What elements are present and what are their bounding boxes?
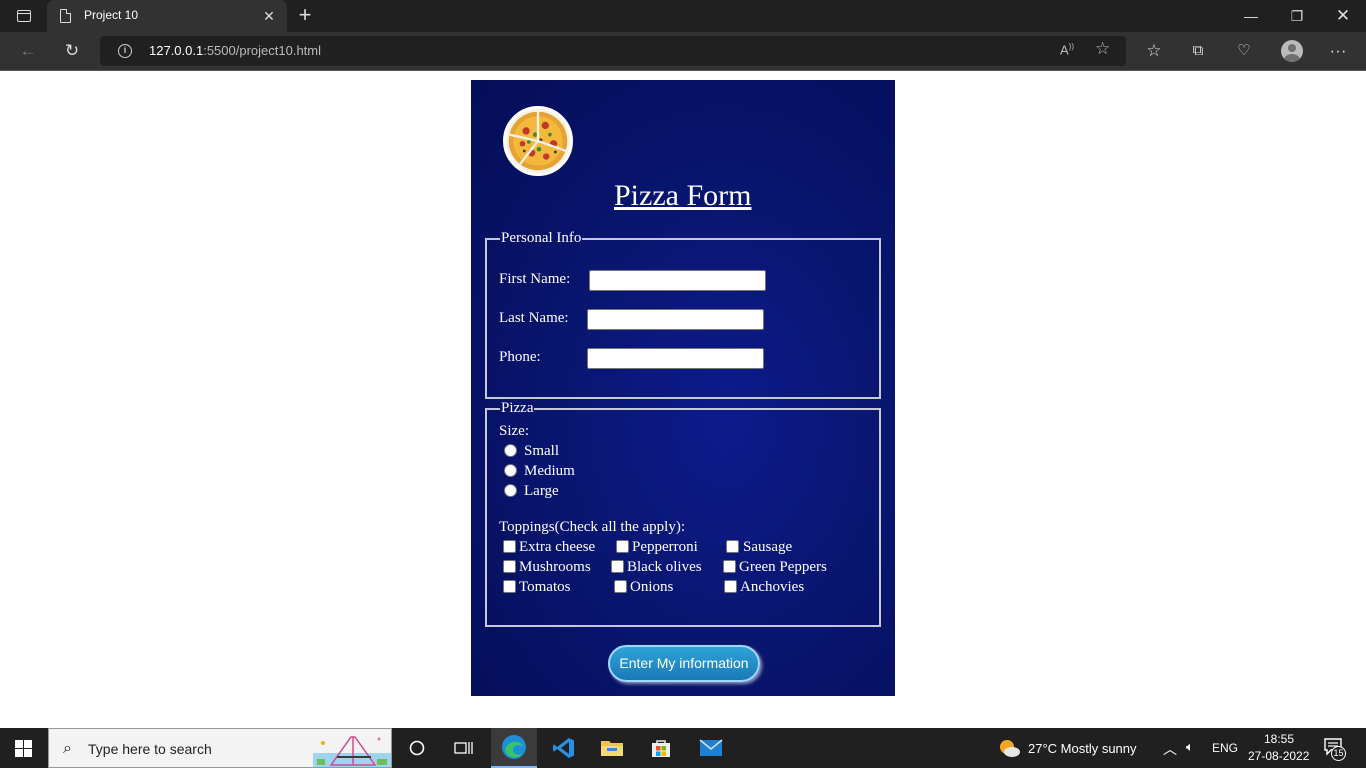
topping-sausage-checkbox[interactable] [726, 540, 739, 553]
windows-taskbar: ⌕ Type here to search 27°C Mostly sunny … [0, 728, 1366, 768]
topping-mushrooms-label: Mushrooms [519, 559, 591, 575]
url-host: 127.0.0.1 [149, 43, 204, 58]
size-label: Size: [499, 423, 529, 439]
size-medium-label: Medium [524, 463, 575, 479]
folder-icon [601, 741, 623, 756]
size-medium-radio[interactable] [504, 464, 517, 477]
weather-sun-icon [1000, 740, 1020, 757]
notification-count-badge: 15 [1331, 746, 1346, 761]
topping-green-peppers-label: Green Peppers [739, 559, 827, 575]
tab-actions-icon [17, 10, 31, 22]
minimize-button[interactable]: — [1228, 0, 1274, 32]
store-icon [652, 740, 670, 757]
size-small-radio[interactable] [504, 444, 517, 457]
taskbar-search-box[interactable]: ⌕ Type here to search [48, 728, 392, 768]
topping-anchovies-label: Anchovies [740, 579, 805, 595]
browser-toolbar: ← ↻ i 127.0.0.1:5500/project10.html A)) … [0, 32, 1366, 71]
taskbar-search-placeholder: Type here to search [88, 741, 212, 757]
edge-icon [502, 735, 526, 759]
notifications-button[interactable]: 15 [1324, 738, 1346, 761]
submit-button[interactable]: Enter My information [608, 645, 760, 682]
size-small-label: Small [524, 443, 560, 459]
topping-pepperroni-label: Pepperroni [632, 539, 698, 555]
url-text: 127.0.0.1:5500/project10.html [149, 43, 321, 58]
search-highlight-illustration [313, 736, 391, 767]
taskbar-vscode[interactable] [541, 728, 587, 768]
task-view-icon [454, 742, 473, 754]
back-button[interactable]: ← [13, 37, 43, 65]
size-large-radio[interactable] [504, 484, 517, 497]
close-window-button[interactable]: ✕ [1320, 0, 1366, 32]
topping-black-olives-label: Black olives [627, 559, 702, 575]
cortana-icon [409, 740, 425, 756]
new-tab-button[interactable]: + [292, 3, 318, 29]
restore-button[interactable]: ❐ [1274, 0, 1320, 32]
phone-input[interactable] [587, 348, 764, 369]
topping-green-peppers-checkbox[interactable] [723, 560, 736, 573]
topping-tomatos-checkbox[interactable] [503, 580, 516, 593]
topping-extra-cheese-checkbox[interactable] [503, 540, 516, 553]
read-aloud-icon[interactable]: A)) [1060, 42, 1074, 57]
clock-date[interactable]: 27-08-2022 [1248, 749, 1309, 763]
tab-title: Project 10 [84, 8, 139, 22]
clock-time[interactable]: 18:55 [1264, 732, 1294, 746]
info-icon[interactable]: i [118, 44, 132, 58]
topping-tomatos-label: Tomatos [519, 579, 571, 595]
url-path: :5500/project10.html [203, 43, 322, 58]
health-icon[interactable]: ♡ [1229, 37, 1259, 65]
pizza-form-card: Pizza Form Personal Info First Name: Las… [471, 80, 895, 696]
mail-icon [699, 739, 723, 756]
first-name-label: First Name: [499, 271, 571, 287]
profile-avatar[interactable] [1281, 40, 1303, 62]
page-icon [60, 9, 71, 23]
cortana-button[interactable] [394, 728, 440, 768]
favorites-icon[interactable]: ☆ [1139, 37, 1169, 65]
add-favorite-icon[interactable]: ☆ [1095, 39, 1110, 59]
browser-tab-bar: Project 10 ✕ + — ❐ ✕ [0, 0, 1366, 32]
search-icon: ⌕ [63, 740, 72, 757]
browser-tab[interactable]: Project 10 ✕ [47, 0, 287, 32]
pizza-legend: Pizza [501, 400, 534, 416]
address-bar[interactable]: i 127.0.0.1:5500/project10.html A)) ☆ [100, 36, 1126, 66]
language-indicator[interactable]: ENG [1212, 741, 1238, 755]
weather-text[interactable]: 27°C Mostly sunny [1028, 741, 1137, 756]
collections-icon[interactable]: ⧉ [1183, 37, 1213, 65]
size-large-label: Large [524, 483, 559, 499]
vscode-icon [553, 738, 574, 758]
topping-black-olives-checkbox[interactable] [611, 560, 624, 573]
taskbar-store[interactable] [638, 728, 684, 768]
windows-start-button[interactable] [15, 740, 32, 757]
topping-onions-checkbox[interactable] [614, 580, 627, 593]
task-view-button[interactable] [440, 728, 486, 768]
toppings-label: Toppings(Check all the apply): [499, 519, 685, 535]
taskbar-file-explorer[interactable] [589, 728, 635, 768]
tab-actions-button[interactable] [8, 4, 40, 28]
taskbar-mail[interactable] [688, 728, 734, 768]
topping-extra-cheese-label: Extra cheese [519, 539, 596, 555]
phone-label: Phone: [499, 349, 541, 365]
pizza-icon [503, 106, 573, 176]
topping-pepperroni-checkbox[interactable] [616, 540, 629, 553]
close-tab-icon[interactable]: ✕ [259, 6, 279, 26]
form-title: Pizza Form [614, 179, 752, 212]
last-name-label: Last Name: [499, 310, 569, 326]
topping-anchovies-checkbox[interactable] [724, 580, 737, 593]
first-name-input[interactable] [589, 270, 766, 291]
personal-info-legend: Personal Info [501, 230, 582, 246]
topping-sausage-label: Sausage [743, 539, 793, 555]
more-menu-icon[interactable]: ··· [1323, 37, 1353, 65]
speaker-icon[interactable]: 🔈︎ [1186, 739, 1194, 755]
chevron-up-icon[interactable]: ︿ [1163, 739, 1177, 759]
last-name-input[interactable] [587, 309, 764, 330]
topping-mushrooms-checkbox[interactable] [503, 560, 516, 573]
taskbar-edge[interactable] [491, 728, 537, 768]
topping-onions-label: Onions [630, 579, 674, 595]
reload-button[interactable]: ↻ [57, 37, 87, 65]
